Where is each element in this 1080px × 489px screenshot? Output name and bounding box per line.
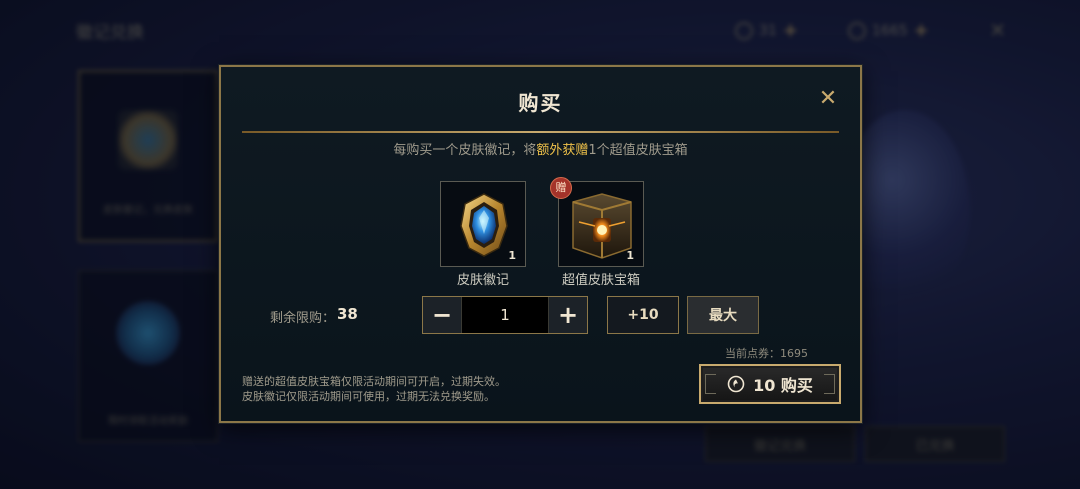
purchase-limit-label: 剩余限购： (270, 311, 336, 326)
buy-button[interactable]: 10 购买 (699, 364, 841, 404)
purchase-dialog: 购买 ✕ 每购买一个皮肤徽记，将额外获赠1个超值皮肤宝箱 1 皮肤徽记 1 赠 … (219, 65, 862, 423)
item-qty: 1 (626, 249, 634, 262)
decrease-button[interactable]: − (423, 297, 461, 333)
footnote: 赠送的超值皮肤宝箱仅限活动期间可开启，过期失效。 皮肤徽记仅限活动期间可使用，过… (242, 375, 506, 403)
skin-emblem-item: 1 (440, 181, 526, 267)
gift-badge: 赠 (550, 177, 572, 199)
current-balance: 当前点券：1695 (725, 347, 808, 360)
skin-chest-item: 1 (558, 181, 644, 267)
bonus-notice: 每购买一个皮肤徽记，将额外获赠1个超值皮肤宝箱 (393, 143, 688, 158)
purchase-limit-value: 38 (337, 305, 358, 323)
max-button[interactable]: 最大 (687, 296, 759, 334)
plus-ten-button[interactable]: +10 (607, 296, 679, 334)
rp-coin-icon (727, 375, 745, 393)
item-label-skin-chest: 超值皮肤宝箱 (561, 273, 640, 288)
title-divider (242, 131, 839, 133)
increase-button[interactable]: + (549, 297, 587, 333)
buy-button-label: 10 购买 (753, 376, 813, 395)
dialog-title: 购买 (518, 91, 563, 115)
quantity-input[interactable]: 1 (461, 297, 549, 333)
item-qty: 1 (508, 249, 516, 262)
close-icon[interactable]: ✕ (816, 87, 840, 111)
quantity-stepper: − 1 + (422, 296, 588, 334)
item-label-skin-emblem: 皮肤徽记 (456, 273, 509, 288)
bonus-highlight: 额外获赠 (536, 143, 589, 158)
